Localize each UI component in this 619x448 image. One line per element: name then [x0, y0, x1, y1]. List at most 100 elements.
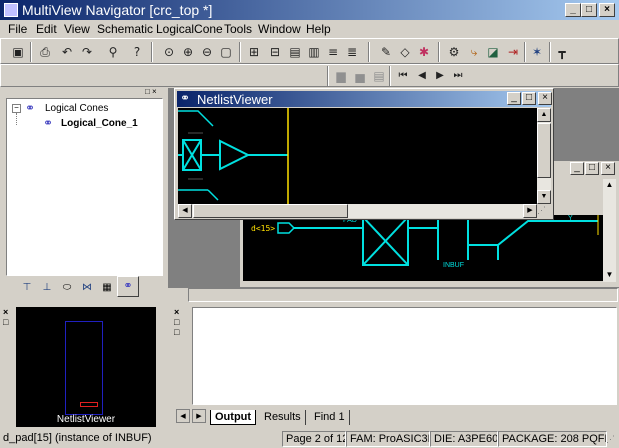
tree-item-logical-cone-1[interactable]: Logical_Cone_1	[61, 118, 138, 129]
netlist-hscroll-thumb[interactable]	[193, 204, 348, 218]
pin-icon[interactable]: ⇥	[504, 43, 522, 61]
tab-output[interactable]: Output	[210, 410, 257, 425]
navigator-view-rect[interactable]	[80, 402, 98, 407]
prev-page-icon[interactable]: ◀	[413, 67, 431, 85]
select-icon[interactable]: ◪	[484, 43, 502, 61]
ruler-icon[interactable]: ┳	[553, 43, 571, 61]
output-text-area[interactable]	[192, 307, 617, 405]
tree-tab-hier-icon[interactable]: ⊤	[18, 279, 36, 297]
lock-icon[interactable]: ▤	[286, 43, 304, 61]
zoom-fit-icon[interactable]: ⊙	[160, 43, 178, 61]
output-restore-icon[interactable]: □	[174, 317, 179, 327]
close-button[interactable]: ×	[599, 3, 615, 17]
tree-tab-cell-icon[interactable]: ⬭	[58, 279, 76, 297]
menu-logicalcone[interactable]: LogicalCone	[156, 22, 223, 36]
netlist-viewer-titlebar[interactable]: ⚭ NetlistViewer _ □ ×	[177, 91, 552, 107]
toolbar-separator	[151, 42, 153, 62]
tab-find-1[interactable]: Find 1	[310, 410, 350, 425]
zoom-box-icon[interactable]: ▢	[217, 43, 235, 61]
next-page-icon[interactable]: ▶	[431, 67, 449, 85]
show-net-icon[interactable]: ≡	[324, 43, 342, 61]
netlist-minimize-button[interactable]: _	[507, 92, 521, 105]
navigator-canvas[interactable]: NetlistViewer	[16, 307, 156, 427]
scroll-down-icon[interactable]: ▼	[603, 269, 616, 282]
first-page-icon[interactable]: ⏮	[394, 67, 412, 85]
cone-item-icon: ⚭	[43, 116, 54, 130]
help-icon[interactable]: ?	[128, 43, 146, 61]
unlock-icon[interactable]: ▥	[305, 43, 323, 61]
output-y-label: Y	[568, 215, 573, 222]
toolbar-separator	[438, 42, 440, 62]
tab-next-icon[interactable]: ▶	[192, 409, 206, 423]
menu-schematic[interactable]: Schematic	[97, 22, 153, 36]
redo-icon[interactable]: ↷	[78, 43, 96, 61]
cone-icon[interactable]: ⚙	[445, 43, 463, 61]
netlist-scroll-down-icon[interactable]: ▼	[537, 190, 551, 204]
tree-root-label[interactable]: Logical Cones	[45, 103, 108, 114]
output-float-icon[interactable]: □	[174, 327, 179, 337]
schematic-vscrollbar[interactable]: ▲ ▼	[603, 179, 616, 282]
netlist-scroll-left-icon[interactable]: ◀	[178, 204, 192, 218]
tab-results[interactable]: Results	[260, 410, 306, 425]
tree-tab-mux-icon[interactable]: ⋈	[78, 279, 96, 297]
color-icon[interactable]: ✱	[415, 43, 433, 61]
navigator-restore-icon[interactable]: □	[3, 317, 8, 327]
netlist-vscrollbar[interactable]: ▲ ▼	[537, 108, 551, 204]
maximize-button[interactable]: □	[581, 3, 597, 17]
find-icon[interactable]: ⚲	[104, 43, 122, 61]
undo-icon[interactable]: ↶	[58, 43, 76, 61]
bar-chart-icon[interactable]: ▆	[332, 67, 350, 85]
scroll-up-icon[interactable]: ▲	[603, 179, 616, 192]
status-message: d_pad[15] (instance of INBUF)	[3, 432, 152, 444]
output-close-icon[interactable]: ×	[174, 307, 179, 317]
eraser-icon[interactable]: ◇	[396, 43, 414, 61]
collapse-icon[interactable]: ⊟	[266, 43, 284, 61]
netlist-scroll-up-icon[interactable]: ▲	[537, 108, 551, 122]
bar-chart2-icon[interactable]: ▅	[351, 67, 369, 85]
resize-grip-icon[interactable]: ⋰	[537, 204, 551, 218]
minimize-button[interactable]: _	[565, 3, 581, 17]
pencil-icon[interactable]: ✎	[377, 43, 395, 61]
tree-view[interactable]: − ⚭ Logical Cones ⚭ Logical_Cone_1	[6, 98, 163, 276]
netlist-maximize-button[interactable]: □	[522, 92, 536, 105]
zoom-out-icon[interactable]: ⊖	[198, 43, 216, 61]
status-bar: d_pad[15] (instance of INBUF) Page 2 of …	[0, 430, 619, 448]
hide-net-icon[interactable]: ≣	[343, 43, 361, 61]
schematic-canvas[interactable]: d<15> PAD INBUF Y	[243, 215, 603, 281]
tree-tab-cones-icon[interactable]: ⚭	[117, 276, 139, 297]
title-bar[interactable]: MultiView Navigator [crc_top *] _ □ ×	[0, 0, 619, 20]
menu-window[interactable]: Window	[258, 22, 301, 36]
tab-prev-icon[interactable]: ◀	[176, 409, 190, 423]
menu-edit[interactable]: Edit	[36, 22, 57, 36]
status-resize-grip-icon[interactable]: ⋰	[606, 434, 615, 445]
hierarchy-icon[interactable]: ⤷	[465, 43, 483, 61]
schematic-close-button[interactable]: ×	[601, 162, 615, 175]
netlist-hscrollbar[interactable]: ◀ ▶	[178, 204, 537, 218]
tree-tab-net-icon[interactable]: ⊥	[38, 279, 56, 297]
menu-help[interactable]: Help	[306, 22, 331, 36]
star-icon[interactable]: ✶	[528, 43, 546, 61]
status-family: FAM: ProASIC3E	[346, 431, 430, 447]
netlist-scroll-right-icon[interactable]: ▶	[523, 204, 537, 218]
menu-tools[interactable]: Tools	[224, 22, 252, 36]
menu-view[interactable]: View	[64, 22, 90, 36]
panel-controls[interactable]: □ ×	[145, 88, 163, 97]
menu-file[interactable]: File	[8, 22, 27, 36]
expand-icon[interactable]: ⊞	[245, 43, 263, 61]
tree-collapse-toggle[interactable]: −	[12, 104, 21, 113]
schematic-minimize-button[interactable]: _	[570, 162, 584, 175]
zoom-in-icon[interactable]: ⊕	[179, 43, 197, 61]
schematic-maximize-button[interactable]: □	[585, 162, 599, 175]
netlist-viewer-title: NetlistViewer	[197, 92, 273, 107]
netlist-canvas[interactable]	[178, 108, 537, 204]
mdi-hscroll-track[interactable]	[188, 288, 618, 302]
netlist-vscroll-thumb[interactable]	[537, 123, 551, 178]
netlist-close-button[interactable]: ×	[538, 92, 552, 105]
status-die: DIE: A3PE600	[430, 431, 498, 447]
last-page-icon[interactable]: ⏭	[449, 67, 467, 85]
print-icon[interactable]: ⎙	[36, 43, 54, 61]
stack-icon[interactable]: ▤	[370, 67, 388, 85]
save-icon[interactable]: ▣	[9, 43, 27, 61]
tree-tab-list-icon[interactable]: ▦	[98, 279, 116, 297]
navigator-close-icon[interactable]: ×	[3, 307, 8, 317]
